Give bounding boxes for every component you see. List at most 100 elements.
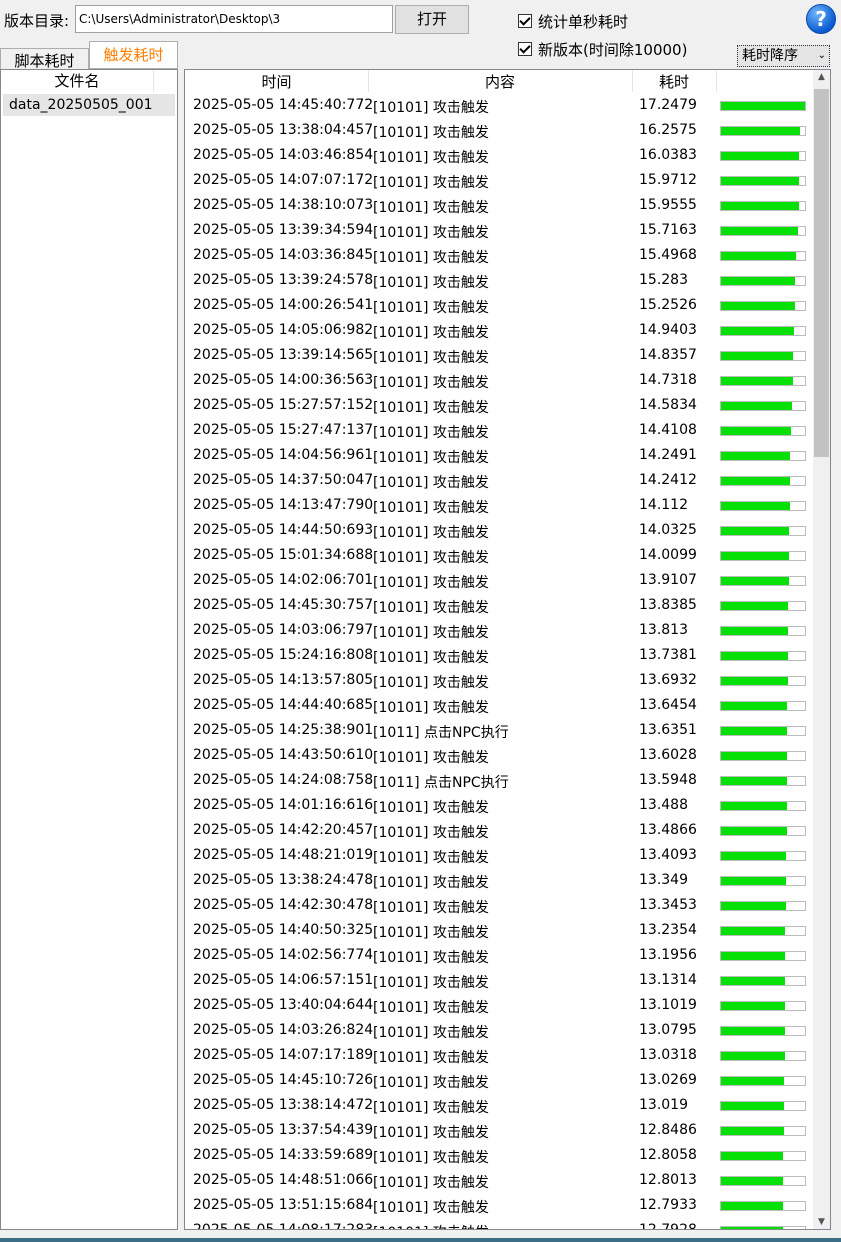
file-list-item[interactable]: data_20250505_001	[3, 94, 175, 116]
table-row[interactable]: 2025-05-05 14:44:40:685 [10101] 攻击触发 13.64…	[185, 694, 813, 719]
table-row[interactable]: 2025-05-05 14:02:06:701 [10101] 攻击触发 13.91…	[185, 569, 813, 594]
table-row[interactable]: 2025-05-05 13:38:04:457 [10101] 攻击触发 16.25…	[185, 119, 813, 144]
row-time: 2025-05-05 14:03:46:854	[193, 147, 374, 163]
table-row[interactable]: 2025-05-05 13:51:15:684 [10101] 攻击触发 12.79…	[185, 1194, 813, 1219]
table-row[interactable]: 2025-05-05 14:40:50:325 [10101] 攻击触发 13.23…	[185, 919, 813, 944]
table-row[interactable]: 2025-05-05 14:08:17:283[10101] 攻击触发 12.79…	[185, 1219, 813, 1229]
table-row[interactable]: 2025-05-05 14:43:50:610 [10101] 攻击触发 13.60…	[185, 744, 813, 769]
row-cost: 14.7318	[639, 372, 697, 388]
table-row[interactable]: 2025-05-05 14:00:36:563 [10101] 攻击触发 14.73…	[185, 369, 813, 394]
row-content: [10101] 攻击触发	[373, 525, 489, 541]
row-content: [10101] 攻击触发	[373, 875, 489, 891]
table-row[interactable]: 2025-05-05 13:38:14:472 [10101] 攻击触发 13.01…	[185, 1094, 813, 1119]
table-row[interactable]: 2025-05-05 13:39:34:594 [10101] 攻击触发 15.71…	[185, 219, 813, 244]
row-content: [1011] 点击NPC执行	[373, 725, 509, 741]
table-row[interactable]: 2025-05-05 13:38:24:478 [10101] 攻击触发 13.34…	[185, 869, 813, 894]
table-row[interactable]: 2025-05-05 14:48:21:019 [10101] 攻击触发 13.40…	[185, 844, 813, 869]
window-bottom-border	[0, 1238, 841, 1242]
table-row[interactable]: 2025-05-05 14:03:06:797 [10101] 攻击触发 13.81…	[185, 619, 813, 644]
table-row[interactable]: 2025-05-05 14:13:57:805 [10101] 攻击触发 13.69…	[185, 669, 813, 694]
row-time: 2025-05-05 15:24:16:808	[193, 647, 374, 663]
table-row[interactable]: 2025-05-05 14:06:57:151 [10101] 攻击触发 13.13…	[185, 969, 813, 994]
column-header-content[interactable]: 内容	[368, 70, 633, 92]
row-cost: 12.8058	[639, 1147, 697, 1163]
table-row[interactable]: 2025-05-05 14:05:06:982 [10101] 攻击触发 14.94…	[185, 319, 813, 344]
row-content: [10101] 攻击触发	[373, 1000, 489, 1016]
table-row[interactable]: 2025-05-05 14:13:47:790 [10101] 攻击触发 14.11…	[185, 494, 813, 519]
table-row[interactable]: 2025-05-05 14:02:56:774 [10101] 攻击触发 13.19…	[185, 944, 813, 969]
row-content: [10101] 攻击触发	[373, 150, 489, 166]
table-row[interactable]: 2025-05-05 14:37:50:047 [10101] 攻击触发 14.24…	[185, 469, 813, 494]
table-row[interactable]: 2025-05-05 14:33:59:689 [10101] 攻击触发 12.80…	[185, 1144, 813, 1169]
stat-per-second-checkbox[interactable]: 统计单秒耗时	[518, 11, 628, 32]
row-content: [10101] 攻击触发	[373, 925, 489, 941]
column-header-cost[interactable]: 耗时	[632, 70, 717, 92]
scrollbar-thumb[interactable]	[814, 89, 829, 457]
table-row[interactable]: 2025-05-05 15:27:57:152 [10101] 攻击触发 14.58…	[185, 394, 813, 419]
row-content: [10101] 攻击触发	[373, 500, 489, 516]
table-row[interactable]: 2025-05-05 14:00:26:541 [10101] 攻击触发 15.25…	[185, 294, 813, 319]
tab-trigger-time[interactable]: 触发耗时	[89, 41, 178, 69]
row-time: 2025-05-05 14:43:50:610	[193, 747, 374, 763]
table-row[interactable]: 2025-05-05 14:38:10:073 [10101] 攻击触发 15.95…	[185, 194, 813, 219]
help-icon[interactable]: ?	[806, 4, 836, 34]
cost-progress-bar	[720, 201, 806, 211]
cost-progress-bar	[720, 1176, 806, 1186]
version-dir-input[interactable]: C:\Users\Administrator\Desktop\3	[75, 5, 393, 33]
table-row[interactable]: 2025-05-05 15:01:34:688 [10101] 攻击触发 14.00…	[185, 544, 813, 569]
table-row[interactable]: 2025-05-05 14:45:30:757 [10101] 攻击触发 13.83…	[185, 594, 813, 619]
cost-progress-bar	[720, 801, 806, 811]
table-row[interactable]: 2025-05-05 13:37:54:439 [10101] 攻击触发 12.84…	[185, 1119, 813, 1144]
row-content: [10101] 攻击触发	[373, 600, 489, 616]
cost-progress-bar	[720, 1101, 806, 1111]
sort-order-value: 耗时降序	[742, 48, 798, 64]
tab-script-time[interactable]: 脚本耗时	[0, 48, 89, 70]
sort-order-select[interactable]: 耗时降序 ⌄	[737, 45, 830, 67]
table-row[interactable]: 2025-05-05 14:03:36:845 [10101] 攻击触发 15.49…	[185, 244, 813, 269]
scroll-up-icon[interactable]: ▲	[813, 72, 830, 82]
cost-progress-fill	[721, 677, 788, 685]
column-header-time[interactable]: 时间	[185, 70, 369, 92]
cost-progress-fill	[721, 477, 791, 485]
cost-progress-fill	[721, 327, 794, 335]
new-version-checkbox[interactable]: 新版本(时间除10000)	[518, 39, 687, 60]
cost-progress-fill	[721, 977, 785, 985]
row-time: 2025-05-05 14:03:26:824	[193, 1022, 374, 1038]
cost-progress-fill	[721, 452, 791, 460]
table-row[interactable]: 2025-05-05 14:42:20:457 [10101] 攻击触发 13.48…	[185, 819, 813, 844]
table-row[interactable]: 2025-05-05 14:45:40:772 [10101] 攻击触发 17.24…	[185, 94, 813, 119]
table-row[interactable]: 2025-05-05 14:04:56:961 [10101] 攻击触发 14.24…	[185, 444, 813, 469]
row-content: [10101] 攻击触发	[373, 625, 489, 641]
table-row[interactable]: 2025-05-05 14:25:38:901 [1011] 点击NPC执行 13.…	[185, 719, 813, 744]
table-row[interactable]: 2025-05-05 14:07:17:189 [10101] 攻击触发 13.03…	[185, 1044, 813, 1069]
table-row[interactable]: 2025-05-05 14:45:10:726 [10101] 攻击触发 13.02…	[185, 1069, 813, 1094]
row-cost: 14.112	[639, 497, 688, 513]
row-cost: 14.9403	[639, 322, 697, 338]
row-time: 2025-05-05 14:42:30:478	[193, 897, 374, 913]
table-row[interactable]: 2025-05-05 14:24:08:758 [1011] 点击NPC执行 13.…	[185, 769, 813, 794]
table-row[interactable]: 2025-05-05 14:44:50:693 [10101] 攻击触发 14.03…	[185, 519, 813, 544]
table-row[interactable]: 2025-05-05 13:39:14:565 [10101] 攻击触发 14.83…	[185, 344, 813, 369]
table-row[interactable]: 2025-05-05 14:03:46:854 [10101] 攻击触发 16.03…	[185, 144, 813, 169]
table-row[interactable]: 2025-05-05 14:07:07:172 [10101] 攻击触发 15.97…	[185, 169, 813, 194]
table-row[interactable]: 2025-05-05 14:01:16:616 [10101] 攻击触发 13.48…	[185, 794, 813, 819]
table-row[interactable]: 2025-05-05 14:03:26:824 [10101] 攻击触发 13.07…	[185, 1019, 813, 1044]
table-row[interactable]: 2025-05-05 13:39:24:578 [10101] 攻击触发 15.28…	[185, 269, 813, 294]
cost-progress-bar	[720, 326, 806, 336]
row-time: 2025-05-05 14:37:50:047	[193, 472, 374, 488]
column-header-bar[interactable]	[716, 70, 813, 92]
open-button[interactable]: 打开	[395, 5, 469, 34]
table-row[interactable]: 2025-05-05 14:48:51:066 [10101] 攻击触发 12.80…	[185, 1169, 813, 1194]
table-row[interactable]: 2025-05-05 14:42:30:478 [10101] 攻击触发 13.34…	[185, 894, 813, 919]
scroll-down-icon[interactable]: ▼	[813, 1217, 830, 1227]
cost-progress-fill	[721, 1077, 785, 1085]
table-row[interactable]: 2025-05-05 13:40:04:644 [10101] 攻击触发 13.10…	[185, 994, 813, 1019]
row-cost: 15.9555	[639, 197, 697, 213]
table-row[interactable]: 2025-05-05 15:24:16:808 [10101] 攻击触发 13.73…	[185, 644, 813, 669]
row-cost: 13.4866	[639, 822, 697, 838]
table-row[interactable]: 2025-05-05 15:27:47:137 [10101] 攻击触发 14.41…	[185, 419, 813, 444]
vertical-scrollbar[interactable]: ▲ ▼	[813, 70, 830, 1229]
row-content: [10101] 攻击触发	[373, 1222, 489, 1229]
row-time: 2025-05-05 14:38:10:073	[193, 197, 374, 213]
file-name-column-header[interactable]: 文件名	[1, 70, 154, 92]
